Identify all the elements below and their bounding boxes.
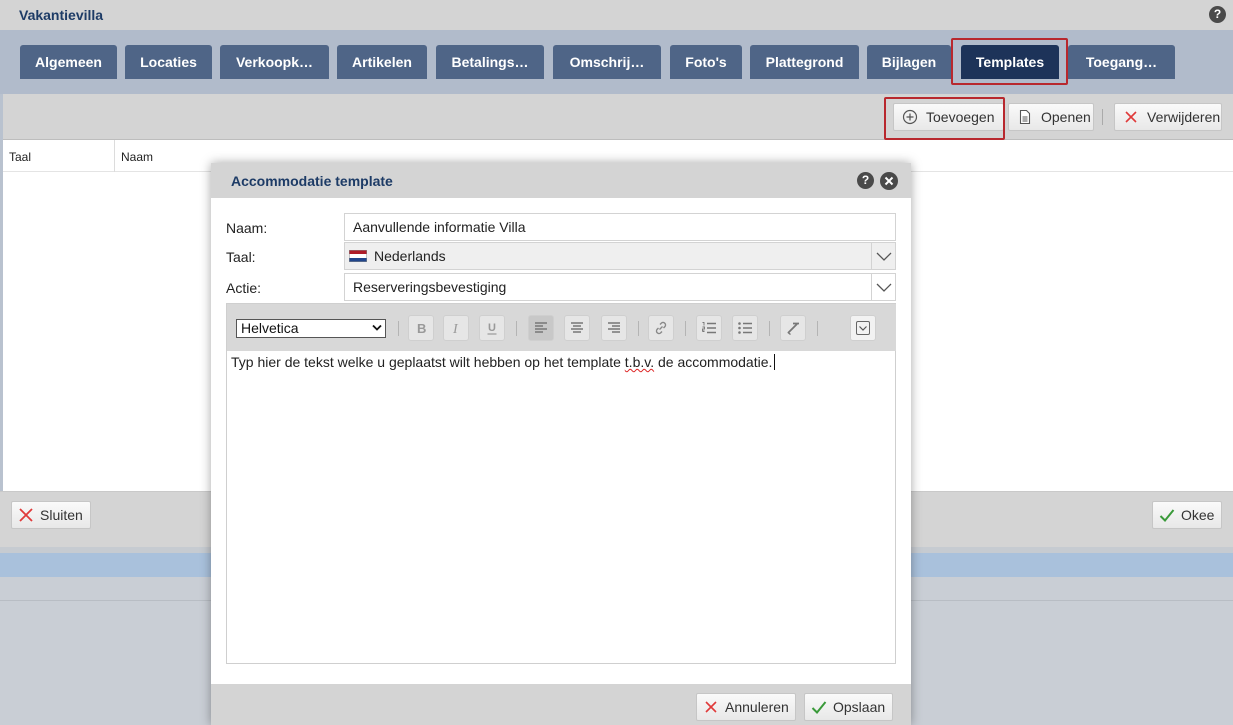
naam-label: Naam: [226,220,268,236]
x-icon [1125,111,1137,123]
actie-select-value: Reserveringsbevestiging [353,279,507,295]
font-family-select[interactable]: Helvetica [236,319,386,338]
window-title: Vakantievilla [19,7,104,23]
column-header-naam[interactable]: Naam [121,150,153,164]
template-dialog: Accommodatie template ? Naam: Aanvullend… [211,163,911,725]
editor-text-before: Typ hier de tekst welke u geplaatst wilt… [231,354,625,370]
tab-locaties[interactable]: Locaties [125,45,212,79]
toolbar-divider [398,321,399,336]
svg-text:I: I [452,322,459,336]
bullet-list-button[interactable] [732,315,758,341]
window-titlebar: Vakantievilla ? [0,0,1233,30]
chevron-down-icon [372,324,382,331]
clear-formatting-icon [787,322,799,336]
dialog-help-icon[interactable]: ? [857,172,874,189]
more-options-button[interactable] [850,315,876,341]
ok-button-label: Okee [1181,507,1215,523]
taal-select-value: Nederlands [374,248,446,264]
editor-text-after: de accommodatie. [654,354,773,370]
checkmark-icon [811,701,827,714]
column-divider [114,140,115,172]
close-button[interactable]: Sluiten [11,501,91,529]
dropdown-box-icon [856,321,870,335]
align-left-button[interactable] [528,315,554,341]
tab-algemeen[interactable]: Algemeen [20,45,117,79]
taal-label: Taal: [226,249,256,265]
close-button-label: Sluiten [40,507,83,523]
open-button-label: Openen [1041,109,1091,125]
checkmark-icon [1159,509,1175,522]
taal-select[interactable]: Nederlands [344,242,896,270]
x-icon [19,508,33,522]
tab-toegang[interactable]: Toegang… [1068,45,1175,79]
italic-button[interactable]: I [443,315,469,341]
dutch-flag-icon [349,250,367,262]
font-family-value: Helvetica [241,320,299,336]
underline-button[interactable]: U [479,315,505,341]
svg-text:U: U [488,322,496,334]
svg-text:B: B [417,321,426,336]
toolbar-divider [769,321,770,336]
tab-omschrijving[interactable]: Omschrij… [553,45,661,79]
dialog-footer: Annuleren Opslaan [211,684,911,725]
delete-button-label: Verwijderen [1147,109,1221,125]
editor-text-misspelled: t.b.v. [624,354,655,370]
cancel-button[interactable]: Annuleren [696,693,796,721]
x-icon [705,701,717,713]
link-icon [655,321,667,335]
numbered-list-icon [702,322,716,334]
dialog-close-icon[interactable] [880,172,898,190]
toolbar-divider [685,321,686,336]
toolbar: Toevoegen Openen Verwijderen [0,94,1233,140]
underline-icon: U [487,322,497,335]
numbered-list-button[interactable] [696,315,722,341]
tab-verkoopkanalen[interactable]: Verkoopk… [220,45,329,79]
cancel-button-label: Annuleren [725,699,789,715]
align-left-icon [535,322,547,333]
dialog-titlebar: Accommodatie template ? [211,163,911,198]
align-center-icon [571,322,583,333]
delete-button[interactable]: Verwijderen [1114,103,1222,131]
naam-input[interactable]: Aanvullende informatie Villa [344,213,896,241]
tab-betalingsvoorwaarden[interactable]: Betalings… [436,45,544,79]
tab-bijlagen[interactable]: Bijlagen [867,45,951,79]
align-right-icon [608,322,620,333]
bullet-list-icon [738,322,752,334]
italic-icon: I [452,322,459,336]
dialog-title: Accommodatie template [231,173,393,189]
bold-button[interactable]: B [408,315,434,341]
save-button-label: Opslaan [833,699,886,715]
align-center-button[interactable] [564,315,590,341]
tab-plattegrond[interactable]: Plattegrond [750,45,859,79]
bold-icon: B [417,321,426,336]
column-header-taal[interactable]: Taal [9,150,31,164]
actie-label: Actie: [226,280,262,296]
tab-fotos[interactable]: Foto's [670,45,742,79]
actie-select[interactable]: Reserveringsbevestiging [344,273,896,301]
help-icon[interactable]: ? [1209,6,1226,23]
add-button-highlight [884,97,1005,140]
document-icon [1019,109,1031,125]
toolbar-divider [638,321,639,336]
toolbar-divider [1102,109,1103,125]
save-button[interactable]: Opslaan [804,693,893,721]
editor-content[interactable]: Typ hier de tekst welke u geplaatst wilt… [231,354,776,370]
window-edge [0,94,3,491]
chevron-down-icon[interactable] [871,274,895,300]
toolbar-divider [817,321,818,336]
templates-tab-highlight [951,38,1068,85]
tab-artikelen[interactable]: Artikelen [337,45,427,79]
text-cursor [774,354,776,370]
align-right-button[interactable] [601,315,627,341]
editor-toolbar: Helvetica B I U [227,304,896,351]
chevron-down-icon[interactable] [871,243,895,269]
clear-formatting-button[interactable] [780,315,806,341]
toolbar-divider [516,321,517,336]
ok-button[interactable]: Okee [1152,501,1222,529]
rich-text-editor: Helvetica B I U Typ hier de tekst welke … [226,303,896,664]
open-button[interactable]: Openen [1008,103,1094,131]
link-button[interactable] [648,315,674,341]
